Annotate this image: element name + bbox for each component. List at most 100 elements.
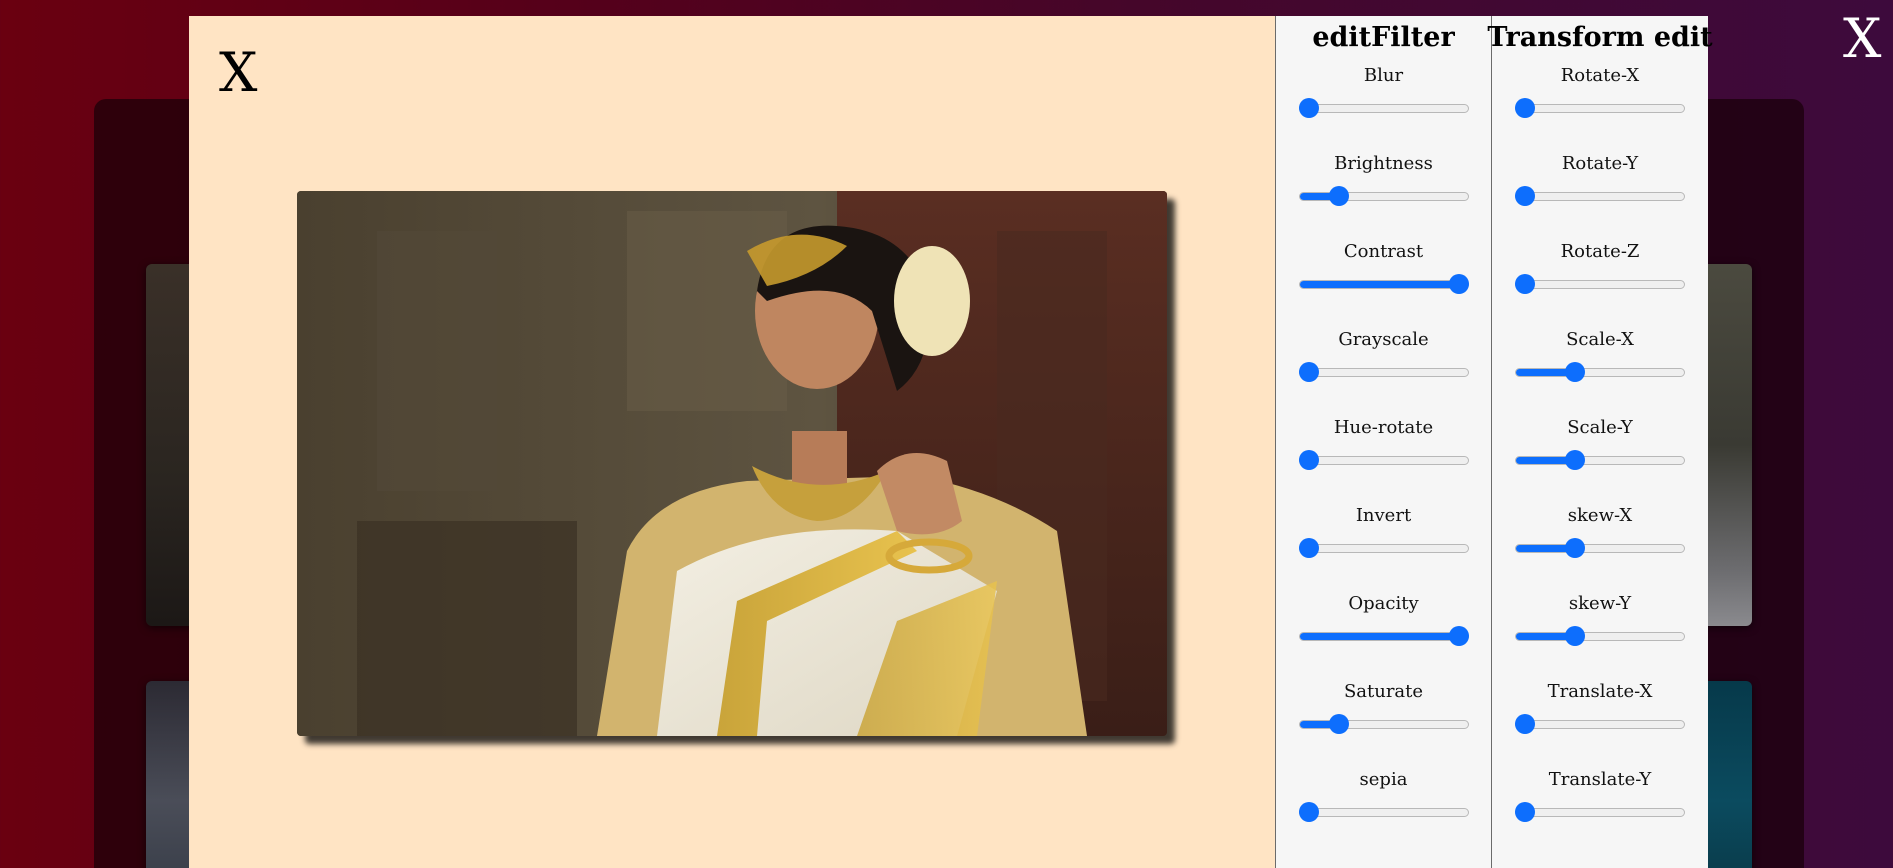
slider-control-rotate-y: Rotate-Y: [1515, 154, 1685, 242]
close-icon[interactable]: X: [1843, 12, 1881, 66]
slider-thumb[interactable]: [1298, 450, 1319, 470]
slider-track[interactable]: [1515, 368, 1685, 377]
slider-label: sepia: [1359, 769, 1408, 790]
slider-control-rotate-z: Rotate-Z: [1515, 242, 1685, 330]
skew-x-slider[interactable]: [1515, 538, 1685, 558]
brightness-slider[interactable]: [1298, 186, 1469, 206]
slider-label: Rotate-Z: [1560, 241, 1640, 262]
slider-control-sepia: sepia: [1298, 769, 1469, 858]
slider-track[interactable]: [1298, 104, 1469, 113]
slider-thumb[interactable]: [1564, 538, 1585, 558]
filter-panel: editFilter Blur Brightness Contrast Graysca…: [1275, 16, 1491, 868]
slider-control-opacity: Opacity: [1298, 593, 1469, 682]
scale-y-slider[interactable]: [1515, 450, 1685, 470]
blur-slider[interactable]: [1298, 98, 1469, 118]
slider-label: Translate-X: [1547, 681, 1653, 702]
photo-illustration: [297, 191, 1167, 736]
slider-label: Scale-X: [1566, 329, 1634, 350]
slider-track[interactable]: [1298, 280, 1469, 289]
slider-thumb[interactable]: [1515, 714, 1535, 734]
slider-control-saturate: Saturate: [1298, 681, 1469, 770]
slider-control-contrast: Contrast: [1298, 241, 1469, 330]
slider-fill: [1299, 633, 1460, 640]
slider-thumb[interactable]: [1515, 802, 1535, 822]
slider-thumb[interactable]: [1298, 802, 1319, 822]
skew-y-slider[interactable]: [1515, 626, 1685, 646]
slider-label: skew-X: [1567, 505, 1633, 526]
slider-track[interactable]: [1515, 720, 1685, 729]
slider-track[interactable]: [1298, 720, 1469, 729]
slider-track[interactable]: [1298, 456, 1469, 465]
slider-track[interactable]: [1298, 632, 1469, 641]
slider-label: Blur: [1363, 65, 1404, 86]
slider-track[interactable]: [1298, 544, 1469, 553]
slider-track[interactable]: [1515, 808, 1685, 817]
preview-image: [297, 191, 1167, 736]
slider-track[interactable]: [1298, 192, 1469, 201]
filter-panel-title: editFilter: [1312, 22, 1455, 53]
rotate-y-slider[interactable]: [1515, 186, 1685, 206]
slider-thumb[interactable]: [1448, 626, 1469, 646]
slider-thumb[interactable]: [1564, 626, 1585, 646]
scale-x-slider[interactable]: [1515, 362, 1685, 382]
slider-control-scale-y: Scale-Y: [1515, 418, 1685, 506]
slider-thumb[interactable]: [1515, 274, 1535, 294]
image-preview-area: X: [189, 16, 1275, 868]
opacity-slider[interactable]: [1298, 626, 1469, 646]
slider-track[interactable]: [1298, 368, 1469, 377]
slider-track[interactable]: [1515, 192, 1685, 201]
slider-control-translate-y: Translate-Y: [1515, 770, 1685, 858]
slider-label: Grayscale: [1338, 329, 1429, 350]
translate-x-slider[interactable]: [1515, 714, 1685, 734]
slider-track[interactable]: [1515, 544, 1685, 553]
slider-thumb[interactable]: [1515, 186, 1535, 206]
slider-fill: [1299, 281, 1460, 288]
slider-track[interactable]: [1515, 632, 1685, 641]
slider-label: Invert: [1355, 505, 1412, 526]
slider-control-rotate-x: Rotate-X: [1515, 66, 1685, 154]
slider-control-translate-x: Translate-X: [1515, 682, 1685, 770]
transform-panel: Transform edit Rotate-X Rotate-Y Rotate-Z S…: [1487, 16, 1713, 868]
slider-label: Rotate-Y: [1561, 153, 1639, 174]
slider-thumb[interactable]: [1448, 274, 1469, 294]
slider-label: skew-Y: [1568, 593, 1632, 614]
slider-control-brightness: Brightness: [1298, 153, 1469, 242]
translate-y-slider[interactable]: [1515, 802, 1685, 822]
slider-track[interactable]: [1298, 808, 1469, 817]
slider-label: Brightness: [1334, 153, 1433, 174]
sepia-slider[interactable]: [1298, 802, 1469, 822]
slider-control-grayscale: Grayscale: [1298, 329, 1469, 418]
slider-thumb[interactable]: [1328, 714, 1349, 734]
image-editor-modal: X editFilter Blur Brightness Contrast Gr…: [189, 16, 1713, 868]
slider-label: Opacity: [1348, 593, 1419, 614]
slider-control-hue-rotate: Hue-rotate: [1298, 417, 1469, 506]
slider-track[interactable]: [1515, 456, 1685, 465]
slider-thumb[interactable]: [1298, 98, 1319, 118]
slider-thumb[interactable]: [1328, 186, 1349, 206]
slider-thumb[interactable]: [1564, 450, 1585, 470]
slider-thumb[interactable]: [1515, 98, 1535, 118]
slider-control-skew-x: skew-X: [1515, 506, 1685, 594]
slider-control-skew-y: skew-Y: [1515, 594, 1685, 682]
slider-label: Rotate-X: [1560, 65, 1640, 86]
slider-thumb[interactable]: [1298, 362, 1319, 382]
slider-label: Saturate: [1343, 681, 1424, 702]
close-preview-button[interactable]: X: [219, 46, 257, 100]
slider-track[interactable]: [1515, 104, 1685, 113]
slider-label: Scale-Y: [1567, 417, 1633, 438]
hue-rotate-slider[interactable]: [1298, 450, 1469, 470]
slider-label: Hue-rotate: [1333, 417, 1434, 438]
slider-control-blur: Blur: [1298, 65, 1469, 154]
grayscale-slider[interactable]: [1298, 362, 1469, 382]
slider-label: Translate-Y: [1548, 769, 1652, 790]
slider-track[interactable]: [1515, 280, 1685, 289]
slider-thumb[interactable]: [1298, 538, 1319, 558]
slider-label: Contrast: [1343, 241, 1424, 262]
saturate-slider[interactable]: [1298, 714, 1469, 734]
invert-slider[interactable]: [1298, 538, 1469, 558]
rotate-x-slider[interactable]: [1515, 98, 1685, 118]
slider-control-invert: Invert: [1298, 505, 1469, 594]
slider-thumb[interactable]: [1564, 362, 1585, 382]
rotate-z-slider[interactable]: [1515, 274, 1685, 294]
contrast-slider[interactable]: [1298, 274, 1469, 294]
